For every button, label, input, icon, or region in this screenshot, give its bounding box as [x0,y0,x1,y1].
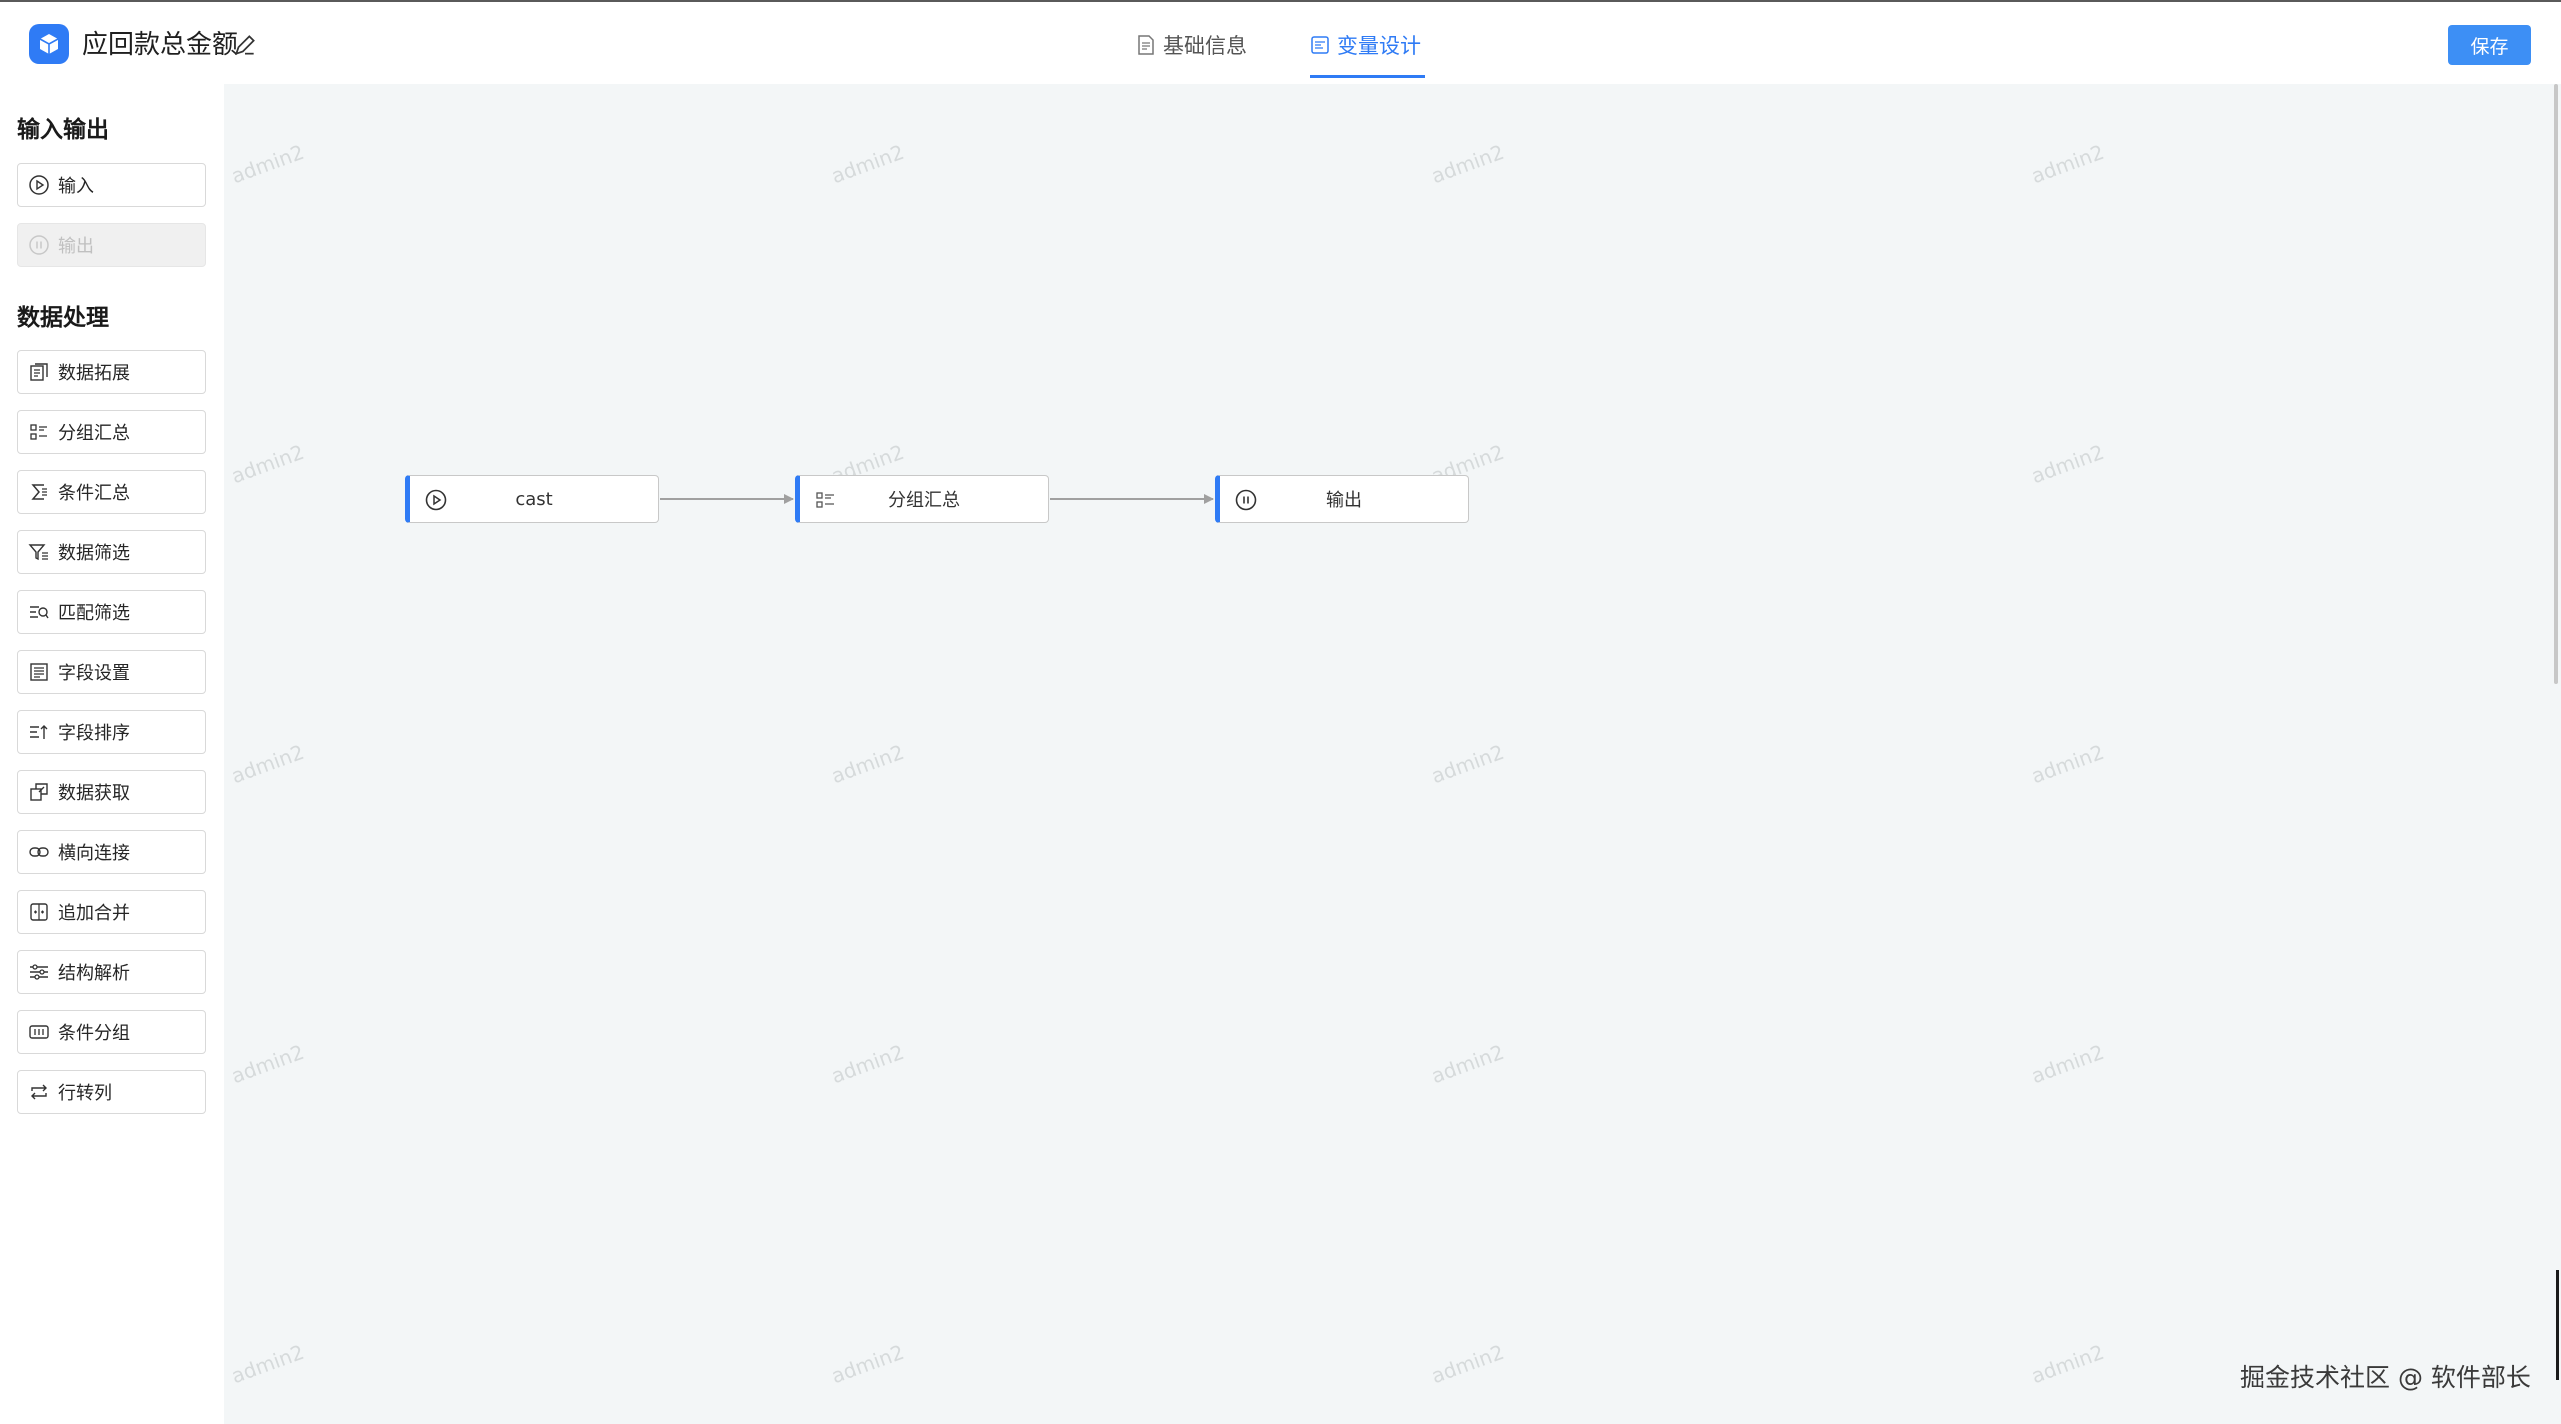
copy-icon [30,363,48,381]
palette-item-label: 字段排序 [58,723,130,744]
section-title-processing: 数据处理 [17,305,109,331]
swap-icon [31,1084,47,1100]
flow-canvas[interactable]: admin2 admin2 admin2 admin2 admin2 admin… [224,84,2561,1424]
flow-node-cast[interactable]: cast [405,475,659,523]
palette-item-condition-group[interactable]: 条件分组 [17,1010,206,1054]
flow-node-output[interactable]: 输出 [1215,475,1469,523]
palette-item-append-merge[interactable]: 追加合并 [17,890,206,934]
palette-item-data-extend[interactable]: 数据拓展 [17,350,206,394]
tab-basic-info[interactable]: 基础信息 [1137,28,1247,62]
palette-item-label: 行转列 [58,1083,112,1104]
palette-item-label: 分组汇总 [58,423,130,444]
palette-item-field-settings[interactable]: 字段设置 [17,650,206,694]
section-title-io: 输入输出 [17,117,109,143]
group-list-icon [30,424,47,440]
flow-edges [660,494,1214,504]
filter-icon [28,544,48,561]
sort-icon [30,725,48,739]
palette-item-label: 条件分组 [58,1023,130,1044]
palette-item-label: 输入 [58,176,94,197]
merge-icon [30,903,48,921]
palette-item-data-fetch[interactable]: 数据获取 [17,770,206,814]
flow-node-group-summary[interactable]: 分组汇总 [795,475,1049,523]
palette-item-structure-parse[interactable]: 结构解析 [17,950,206,994]
palette-item-label: 条件汇总 [58,483,130,504]
palette-item-label: 数据拓展 [58,363,130,384]
palette-item-input[interactable]: 输入 [17,163,206,207]
tab-variable-design[interactable]: 变量设计 [1311,28,1421,62]
palette-item-label: 输出 [58,236,94,257]
sliders-icon [30,964,48,980]
group-list-icon [816,492,834,508]
palette-item-condition-summary[interactable]: 条件汇总 [17,470,206,514]
tab-label: 变量设计 [1337,34,1421,58]
cube-icon [39,34,59,54]
field-table-icon [30,663,48,681]
header: 应回款总金额 基础信息 变量设计 保存 [0,2,2561,84]
palette-item-label: 横向连接 [58,843,130,864]
active-tab-indicator [1310,75,1425,78]
palette-item-data-filter[interactable]: 数据筛选 [17,530,206,574]
node-palette-sidebar: 输入输出 输入 输出 数据处理 数据拓展 分组汇总 条件汇总 数据筛选 匹配筛选… [0,84,224,1424]
sigma-icon [31,484,47,500]
palette-item-label: 匹配筛选 [58,603,130,624]
app-logo [29,24,69,64]
palette-item-label: 追加合并 [58,903,130,924]
palette-item-match-filter[interactable]: 匹配筛选 [17,590,206,634]
palette-item-label: 结构解析 [58,963,130,984]
document-icon [1138,35,1154,55]
page-title: 应回款总金额 [82,30,239,60]
palette-item-output[interactable]: 输出 [17,223,206,267]
palette-item-label: 字段设置 [58,663,130,684]
play-circle-icon [29,175,49,195]
vertical-scrollbar[interactable] [2554,84,2558,684]
palette-item-horizontal-join[interactable]: 横向连接 [17,830,206,874]
condition-group-icon [29,1025,49,1039]
palette-item-label: 数据筛选 [58,543,130,564]
fetch-icon [30,783,48,801]
pause-circle-icon [29,235,49,255]
palette-item-label: 数据获取 [58,783,130,804]
palette-item-group-summary[interactable]: 分组汇总 [17,410,206,454]
pause-circle-icon [1235,489,1257,511]
play-circle-icon [425,489,447,511]
link-icon [29,847,49,857]
palette-item-row-to-column[interactable]: 行转列 [17,1070,206,1114]
edit-icon[interactable] [232,32,258,58]
search-list-icon [30,606,49,619]
tab-label: 基础信息 [1163,34,1247,58]
save-button[interactable]: 保存 [2448,25,2531,65]
scrollbar-thumb[interactable] [2556,1270,2559,1380]
source-watermark: 掘金技术社区 @ 软件部长 [2240,1363,2531,1392]
palette-item-field-sort[interactable]: 字段排序 [17,710,206,754]
design-icon [1311,36,1329,54]
